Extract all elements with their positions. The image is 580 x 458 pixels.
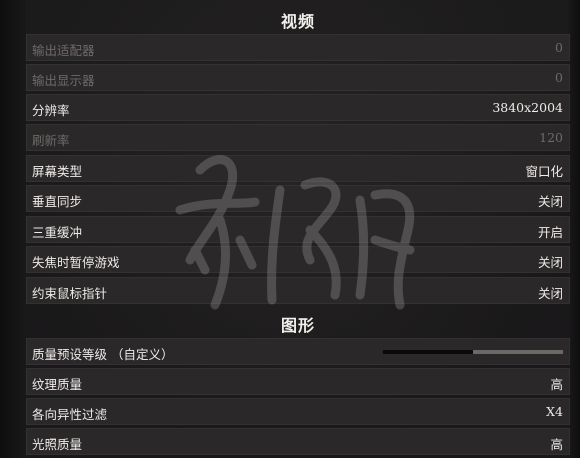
section-title-graphics: 图形 <box>280 316 315 335</box>
setting-value: X4 <box>546 404 563 419</box>
setting-label: 输出适配器 <box>32 43 95 58</box>
setting-row-confine-cursor[interactable]: 约束鼠标指针 关闭 <box>26 277 570 304</box>
slider-fill <box>383 350 473 354</box>
setting-label: 三重缓冲 <box>32 225 83 240</box>
setting-label: 失焦时暂停游戏 <box>32 255 120 270</box>
setting-label: 输出显示器 <box>32 73 95 88</box>
setting-row-output-display[interactable]: 输出显示器 0 <box>26 64 570 91</box>
setting-value: 关闭 <box>537 286 563 301</box>
quality-preset-slider[interactable] <box>383 350 563 354</box>
setting-row-lighting-quality[interactable]: 光照质量 高 <box>26 428 570 455</box>
setting-row-output-adapter[interactable]: 输出适配器 0 <box>26 34 570 61</box>
setting-row-refresh-rate[interactable]: 刷新率 120 <box>26 124 570 151</box>
setting-row-quality-preset[interactable]: 质量预设等级 （自定义） <box>26 338 570 365</box>
setting-row-texture-quality[interactable]: 纹理质量 高 <box>26 368 570 395</box>
setting-row-triple-buffering[interactable]: 三重缓冲 开启 <box>26 216 570 243</box>
section-title-video: 视频 <box>280 12 315 31</box>
setting-value: 3840x2004 <box>492 100 563 115</box>
settings-panel: 视频 输出适配器 0 输出显示器 0 分辨率 3840x2004 刷新率 120… <box>26 0 570 458</box>
setting-value: 0 <box>555 40 563 55</box>
setting-label: 质量预设等级 （自定义） <box>32 347 174 362</box>
setting-label: 屏幕类型 <box>32 164 83 179</box>
setting-row-resolution[interactable]: 分辨率 3840x2004 <box>26 94 570 121</box>
setting-label: 约束鼠标指针 <box>32 286 108 301</box>
setting-label: 刷新率 <box>32 133 70 148</box>
setting-value: 高 <box>550 377 563 392</box>
setting-label: 光照质量 <box>32 437 83 452</box>
setting-value: 120 <box>539 130 563 145</box>
setting-value: 关闭 <box>537 255 563 270</box>
setting-value: 关闭 <box>537 194 563 209</box>
setting-row-vsync[interactable]: 垂直同步 关闭 <box>26 185 570 212</box>
setting-row-screen-type[interactable]: 屏幕类型 窗口化 <box>26 155 570 182</box>
setting-row-pause-on-focus-loss[interactable]: 失焦时暂停游戏 关闭 <box>26 246 570 273</box>
setting-row-anisotropic-filtering[interactable]: 各向异性过滤 X4 <box>26 398 570 425</box>
left-edge-shadow <box>0 0 26 458</box>
setting-value: 0 <box>555 70 563 85</box>
setting-value: 窗口化 <box>525 164 563 179</box>
setting-label: 纹理质量 <box>32 377 83 392</box>
setting-value: 开启 <box>537 225 563 240</box>
setting-label: 各向异性过滤 <box>32 407 108 422</box>
setting-value: 高 <box>550 437 563 452</box>
setting-label: 分辨率 <box>32 103 70 118</box>
setting-label: 垂直同步 <box>32 194 83 209</box>
